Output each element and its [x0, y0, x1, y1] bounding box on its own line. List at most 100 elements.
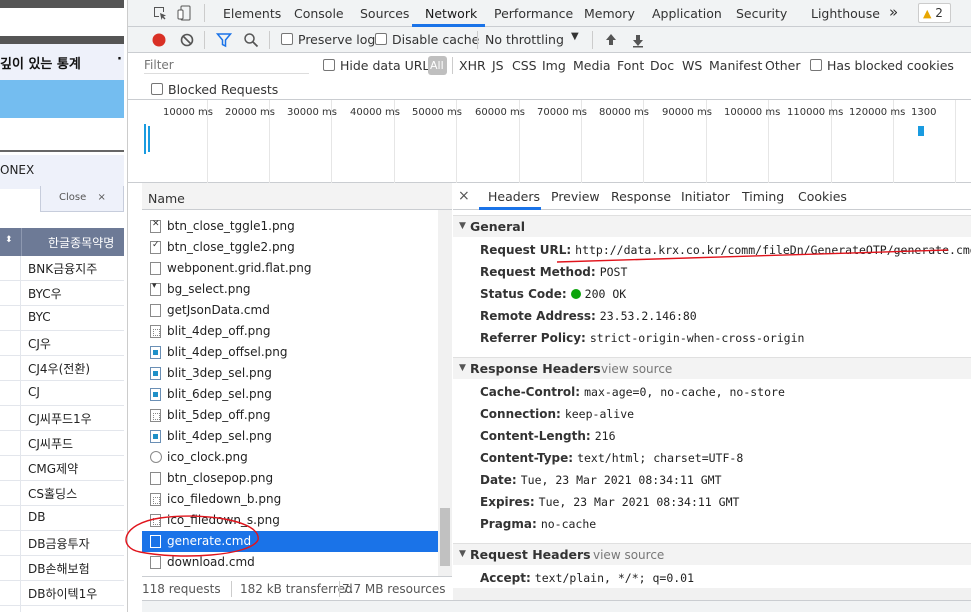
site-table-row[interactable]: CJ4우(전환) [0, 356, 124, 381]
filter-icon[interactable] [216, 32, 232, 48]
site-table-row[interactable]: CJ씨푸드1우 [0, 406, 124, 431]
request-row[interactable]: download.cmd [142, 552, 438, 573]
inspect-icon[interactable] [152, 5, 168, 21]
filter-input[interactable] [144, 56, 309, 74]
more-tabs-icon[interactable]: » [889, 3, 898, 21]
tab-application[interactable]: Application [652, 6, 722, 21]
blocked-cookies-checkbox[interactable] [810, 59, 822, 71]
hide-data-urls-checkbox[interactable] [323, 59, 335, 71]
site-table-row[interactable]: BYC [0, 306, 124, 331]
request-row[interactable]: ico_clock.png [142, 447, 438, 468]
warnings-badge[interactable]: ▲ 2 [918, 3, 951, 23]
record-icon[interactable] [151, 32, 167, 48]
search-icon[interactable] [243, 32, 259, 48]
filter-all-button[interactable]: All [428, 56, 447, 75]
filter-img[interactable]: Img [542, 58, 566, 73]
close-icon[interactable]: × [458, 188, 470, 204]
site-table-row[interactable]: CJ우 [0, 331, 124, 356]
filter-manifest[interactable]: Manifest [709, 58, 762, 73]
timeline-overview[interactable]: 10000 ms 20000 ms 30000 ms 40000 ms 50000 ms… [128, 100, 971, 183]
col-header-name[interactable]: 한글종목약명 [48, 234, 114, 251]
stock-name: CS홀딩스 [28, 487, 78, 501]
site-table-row[interactable]: DB손해보험 [0, 556, 124, 581]
clear-icon[interactable] [179, 32, 195, 48]
export-har-icon[interactable] [630, 32, 646, 48]
preserve-log-checkbox[interactable] [281, 33, 293, 45]
filter-xhr[interactable]: XHR [459, 58, 486, 73]
tab-headers[interactable]: Headers [488, 189, 540, 204]
transferred-size: 182 kB transferred [240, 582, 353, 596]
request-url-key: Request URL: [480, 243, 572, 257]
request-row[interactable]: blit_6dep_sel.png [142, 384, 438, 405]
request-row-partial[interactable] [142, 203, 438, 212]
request-row[interactable]: btn_closepop.png [142, 468, 438, 489]
tab-cookies[interactable]: Cookies [798, 189, 847, 204]
filter-css[interactable]: CSS [512, 58, 537, 73]
chevron-down-icon[interactable]: ▼ [571, 31, 579, 42]
request-view-source-link[interactable]: view source [593, 548, 664, 562]
site-divider [0, 150, 124, 152]
tab-response[interactable]: Response [611, 189, 671, 204]
list-scroll-thumb[interactable] [440, 508, 450, 566]
site-onex-tab[interactable]: ONEX [0, 155, 124, 189]
remote-address-value: 23.53.2.146:80 [599, 309, 697, 323]
tab-security[interactable]: Security [736, 6, 787, 21]
request-row[interactable]: blit_4dep_sel.png [142, 426, 438, 447]
referrer-policy-key: Referrer Policy: [480, 331, 586, 345]
tab-memory[interactable]: Memory [584, 6, 635, 21]
request-row[interactable]: webponent.grid.flat.png [142, 258, 438, 279]
site-table-row[interactable]: CMG제약 [0, 456, 124, 481]
site-table-row[interactable]: CS홀딩스 [0, 481, 124, 506]
site-table-row[interactable]: CJ씨푸드 [0, 431, 124, 456]
tab-console[interactable]: Console [294, 6, 344, 21]
site-table-row[interactable]: DB하이텍1우 [0, 581, 124, 606]
request-headers-section-header[interactable]: ▼ Request Headers view source [453, 543, 971, 565]
import-har-icon[interactable] [603, 32, 619, 48]
tab-performance[interactable]: Performance [494, 6, 573, 21]
request-row[interactable]: blit_3dep_sel.png [142, 363, 438, 384]
site-table-row[interactable]: BYC우 [0, 281, 124, 306]
filter-media[interactable]: Media [573, 58, 611, 73]
general-section-header[interactable]: ▼ General [453, 215, 971, 237]
details-hscrollbar[interactable] [453, 588, 971, 600]
request-row[interactable]: generate.cmd [142, 531, 438, 552]
tab-preview[interactable]: Preview [551, 189, 600, 204]
tab-sources[interactable]: Sources [360, 6, 409, 21]
request-row[interactable]: btn_close_tggle1.png [142, 216, 438, 237]
request-row[interactable]: bg_select.png [142, 279, 438, 300]
site-table-row[interactable]: DB [0, 506, 124, 531]
tab-elements[interactable]: Elements [223, 6, 281, 21]
filter-doc[interactable]: Doc [650, 58, 674, 73]
sort-icon[interactable]: ⬍ [5, 235, 13, 245]
filter-js[interactable]: JS [492, 58, 504, 73]
blocked-requests-checkbox[interactable] [151, 83, 163, 95]
tab-initiator[interactable]: Initiator [681, 189, 730, 204]
tab-timing[interactable]: Timing [742, 189, 784, 204]
request-row[interactable]: ico_filedown_b.png [142, 489, 438, 510]
website-panel: 깊이 있는 통계 · ONEX Close × ⬍ 한글종목약명 BNK금융지주… [0, 0, 124, 612]
site-table-row[interactable]: CJ [0, 381, 124, 406]
response-headers-section-header[interactable]: ▼ Response Headers view source [453, 357, 971, 379]
device-toolbar-icon[interactable] [177, 5, 193, 21]
request-row[interactable]: blit_5dep_off.png [142, 405, 438, 426]
filter-ws[interactable]: WS [682, 58, 702, 73]
request-row[interactable]: blit_4dep_offsel.png [142, 342, 438, 363]
response-header-row: Connection: keep-alive [480, 407, 634, 421]
filter-font[interactable]: Font [617, 58, 644, 73]
tab-lighthouse[interactable]: Lighthouse [811, 6, 880, 21]
row-checkbox-cell [0, 306, 21, 331]
response-view-source-link[interactable]: view source [601, 362, 672, 376]
tab-network[interactable]: Network [425, 6, 477, 21]
filter-other[interactable]: Other [765, 58, 801, 73]
request-row[interactable]: getJsonData.cmd [142, 300, 438, 321]
request-row[interactable]: btn_close_tggle2.png [142, 237, 438, 258]
site-close-tab[interactable]: Close × [40, 186, 124, 212]
site-table-row[interactable]: DB하이텍 [0, 606, 124, 612]
site-table-row[interactable]: BNK금융지주 [0, 256, 124, 281]
throttling-select[interactable]: No throttling [485, 32, 564, 47]
disable-cache-checkbox[interactable] [375, 33, 387, 45]
request-name: btn_close_tggle1.png [167, 219, 295, 233]
request-row[interactable]: ico_filedown_s.png [142, 510, 438, 531]
request-row[interactable]: blit_4dep_off.png [142, 321, 438, 342]
site-table-row[interactable]: DB금융투자 [0, 531, 124, 556]
